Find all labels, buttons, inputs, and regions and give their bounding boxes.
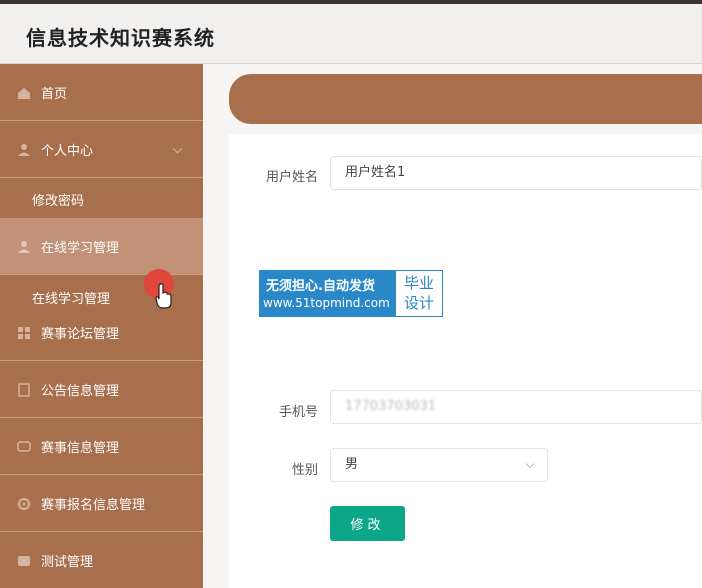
- page-banner: [229, 74, 702, 124]
- watermark-left: 无须担心.自动发货 www.51topmind.com: [260, 271, 396, 316]
- form-panel: [229, 134, 702, 588]
- list-icon: [18, 556, 30, 566]
- gender-label: 性别: [291, 463, 318, 478]
- watermark-right-line1: 毕业: [403, 274, 434, 292]
- grid-icon: [18, 327, 30, 339]
- gender-value: 男: [345, 457, 359, 472]
- name-field[interactable]: 用户姓名1: [330, 156, 702, 190]
- sidebar-item-label: 首页: [41, 86, 68, 102]
- sidebar-item-label: 在线学习管理: [41, 240, 120, 256]
- watermark-line2: www.51topmind.com: [263, 296, 390, 310]
- main-content: [203, 64, 702, 588]
- watermark-logo: 无须担心.自动发货 www.51topmind.com 毕业 设计: [259, 270, 443, 317]
- sidebar-item-label: 赛事信息管理: [41, 440, 120, 456]
- submit-button[interactable]: 修改: [330, 506, 405, 541]
- user-icon: [18, 241, 30, 253]
- sidebar-item-label: 赛事报名信息管理: [41, 497, 146, 513]
- doc-icon: [18, 383, 30, 397]
- sidebar-item-label: 公告信息管理: [41, 383, 120, 399]
- sidebar-item-label: 测试管理: [41, 554, 94, 570]
- sidebar-item-tests[interactable]: 测试管理: [0, 532, 203, 588]
- phone-label: 手机号: [278, 405, 318, 420]
- sidebar-item-label: 赛事论坛管理: [41, 326, 120, 342]
- phone-field[interactable]: 17703703031: [330, 390, 702, 424]
- user-icon: [18, 144, 30, 156]
- watermark-right-line2: 设计: [403, 294, 434, 312]
- watermark-right: 毕业 设计: [396, 271, 442, 316]
- watermark-line1: 无须担心.自动发货: [266, 279, 375, 294]
- chevron-down-icon: [525, 459, 535, 469]
- sidebar-item-notices[interactable]: 公告信息管理: [0, 361, 203, 418]
- chat-icon: [17, 441, 31, 452]
- chevron-down-icon: [172, 143, 183, 154]
- gender-select[interactable]: 男: [330, 448, 548, 482]
- sidebar-item-label: 个人中心: [41, 143, 94, 159]
- sidebar-item-registration[interactable]: 赛事报名信息管理: [0, 475, 203, 532]
- sidebar-item-home[interactable]: 首页: [0, 64, 203, 121]
- home-icon: [18, 88, 30, 99]
- sidebar: 首页 个人中心 修改密码 在线学习管理 在线学习管理 赛事论坛管理 公告信息管理…: [0, 64, 203, 588]
- sidebar-item-label: 修改密码: [32, 194, 85, 209]
- phone-value: 17703703031: [345, 399, 436, 414]
- sidebar-item-events[interactable]: 赛事信息管理: [0, 418, 203, 475]
- app-title: 信息技术知识赛系统: [26, 26, 215, 50]
- sidebar-item-forum[interactable]: 赛事论坛管理: [0, 304, 203, 361]
- hand-cursor-icon: [155, 283, 172, 309]
- app-header: 信息技术知识赛系统: [0, 4, 702, 64]
- sidebar-item-online-learning[interactable]: 在线学习管理: [0, 218, 203, 275]
- sidebar-item-personal-center[interactable]: 个人中心: [0, 121, 203, 178]
- gear-icon: [18, 498, 30, 510]
- name-label: 用户姓名: [265, 170, 318, 185]
- sidebar-subitem-change-password[interactable]: 修改密码: [0, 178, 203, 218]
